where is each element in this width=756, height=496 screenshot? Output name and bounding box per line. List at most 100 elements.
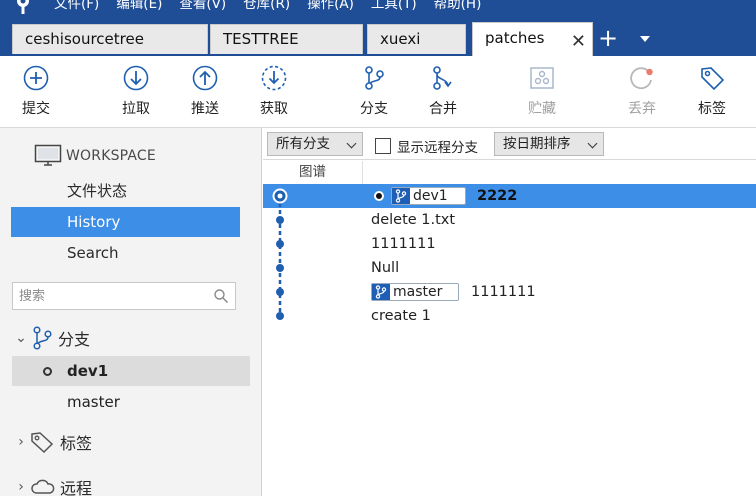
- branch-name: master: [67, 393, 120, 411]
- branch-name: dev1: [67, 362, 109, 380]
- menu-actions[interactable]: 操作(A): [307, 0, 354, 14]
- branch-item-master[interactable]: master: [12, 387, 250, 417]
- tab-list-dropdown-icon[interactable]: [640, 36, 650, 42]
- branch-icon: [392, 188, 410, 204]
- menu-tools[interactable]: 工具(T): [371, 0, 417, 14]
- tab-ceshisourcetree[interactable]: ceshisourcetree: [12, 24, 208, 54]
- show-remote-label: 显示远程分支: [397, 140, 478, 156]
- sidebar-item-history[interactable]: History: [11, 207, 240, 237]
- tab-label: TESTTREE: [223, 30, 299, 48]
- remotes-group-header[interactable]: › 远程: [12, 473, 92, 496]
- tag-icon: [701, 67, 725, 91]
- menu-repository[interactable]: 仓库(R): [243, 0, 290, 14]
- commit-row[interactable]: 1111111: [263, 232, 756, 256]
- history-panel: 所有分支 显示远程分支 按日期排序 图谱 dev1 2222 delete 1.…: [263, 128, 756, 496]
- close-tab-icon[interactable]: ✕: [571, 27, 586, 57]
- column-header: 图谱: [263, 161, 756, 185]
- remotes-label: 远程: [60, 479, 93, 496]
- tab-label: patches: [485, 29, 545, 47]
- tab-patches[interactable]: patches ✕: [472, 22, 593, 56]
- fetch-label: 获取: [260, 101, 288, 117]
- sort-dropdown[interactable]: 按日期排序: [494, 132, 604, 156]
- commit-message: create 1: [371, 308, 431, 324]
- chevron-right-icon: ›: [18, 479, 24, 495]
- workspace-header: WORKSPACE: [34, 144, 156, 168]
- tags-label: 标签: [60, 434, 93, 453]
- fetch-button[interactable]: 获取: [244, 64, 304, 118]
- commit-button[interactable]: 提交: [6, 64, 66, 118]
- commit-message: Null: [371, 260, 400, 276]
- stash-label: 贮藏: [528, 101, 556, 117]
- menu-edit[interactable]: 编辑(E): [116, 0, 162, 14]
- sidebar-item-search[interactable]: Search: [11, 238, 240, 268]
- commit-row[interactable]: delete 1.txt: [263, 208, 756, 232]
- sourcetree-logo-icon: [17, 0, 29, 14]
- graph-node: [276, 312, 284, 320]
- menu-bar: 文件(F) 编辑(E) 查看(V) 仓库(R) 操作(A) 工具(T) 帮助(H…: [54, 0, 498, 14]
- branch-filter-dropdown[interactable]: 所有分支: [267, 132, 363, 156]
- graph-node: [276, 240, 284, 248]
- sidebar-item-file-status[interactable]: 文件状态: [11, 176, 240, 206]
- branch-item-dev1[interactable]: dev1: [12, 356, 250, 386]
- tab-testtree[interactable]: TESTTREE: [210, 24, 363, 54]
- push-button[interactable]: 推送: [175, 64, 235, 118]
- graph-node: [276, 288, 284, 296]
- commit-plus-icon: [23, 65, 49, 91]
- tab-label: ceshisourcetree: [25, 30, 144, 48]
- graph-node: [276, 216, 284, 224]
- discard-refresh-icon: [630, 67, 653, 90]
- branch-ref-tag[interactable]: master: [371, 283, 459, 301]
- merge-icon: [433, 66, 452, 90]
- pull-label: 拉取: [122, 101, 150, 117]
- branch-filter-value: 所有分支: [276, 136, 330, 152]
- menu-file[interactable]: 文件(F): [54, 0, 99, 14]
- branches-label: 分支: [58, 330, 91, 349]
- commit-row[interactable]: master 1111111: [263, 280, 756, 304]
- head-indicator-icon: [374, 191, 384, 201]
- branch-ref-tag[interactable]: dev1: [391, 187, 466, 205]
- search-icon: [214, 289, 229, 304]
- commit-list: dev1 2222 delete 1.txt 1111111 Null mast…: [263, 184, 756, 344]
- current-branch-icon: [43, 367, 52, 376]
- pull-arrow-down-icon: [123, 65, 149, 91]
- branch-icon: [33, 326, 52, 350]
- branch-icon: [372, 284, 390, 300]
- discard-label: 丢弃: [628, 101, 656, 117]
- cloud-icon: [31, 479, 55, 494]
- menu-view[interactable]: 查看(V): [179, 0, 226, 14]
- pull-button[interactable]: 拉取: [106, 64, 166, 118]
- chevron-down-icon: [346, 138, 357, 149]
- search-input[interactable]: [13, 283, 203, 309]
- stash-button[interactable]: 贮藏: [512, 64, 572, 118]
- tags-group-header[interactable]: › 标签: [12, 428, 92, 456]
- tag-button[interactable]: 标签: [682, 64, 742, 118]
- commit-message: 1111111: [371, 236, 436, 252]
- menu-help[interactable]: 帮助(H): [434, 0, 482, 14]
- commit-row[interactable]: dev1 2222: [263, 184, 756, 208]
- chevron-down-icon: [587, 138, 598, 149]
- fetch-arrow-down-dashed-icon: [261, 65, 287, 91]
- commit-row[interactable]: Null: [263, 256, 756, 280]
- branch-label: 分支: [360, 101, 388, 117]
- tab-xuexi[interactable]: xuexi: [367, 24, 466, 54]
- tag-icon: [31, 432, 54, 454]
- chevron-down-icon: ⌄: [15, 330, 27, 346]
- commit-message: delete 1.txt: [371, 212, 456, 228]
- branch-button[interactable]: 分支: [344, 64, 404, 118]
- commit-row[interactable]: create 1: [263, 304, 756, 328]
- filter-bar: 所有分支 显示远程分支 按日期排序: [263, 128, 756, 160]
- show-remote-checkbox[interactable]: [375, 138, 391, 154]
- show-remote-toggle[interactable]: 显示远程分支: [375, 136, 478, 156]
- discard-button[interactable]: 丢弃: [612, 64, 672, 118]
- sidebar-item-label: 文件状态: [67, 182, 128, 200]
- branches-group-header[interactable]: ⌄ 分支: [12, 324, 90, 352]
- push-label: 推送: [191, 101, 219, 117]
- merge-button[interactable]: 合并: [413, 64, 473, 118]
- sort-value: 按日期排序: [503, 136, 571, 152]
- tab-bar: ceshisourcetree TESTTREE xuexi patches ✕…: [0, 22, 756, 56]
- ref-name: dev1: [413, 188, 448, 204]
- stash-box-icon: [530, 67, 554, 89]
- column-graph[interactable]: 图谱: [263, 161, 363, 185]
- branch-icon: [365, 66, 384, 90]
- add-tab-icon[interactable]: +: [598, 25, 618, 51]
